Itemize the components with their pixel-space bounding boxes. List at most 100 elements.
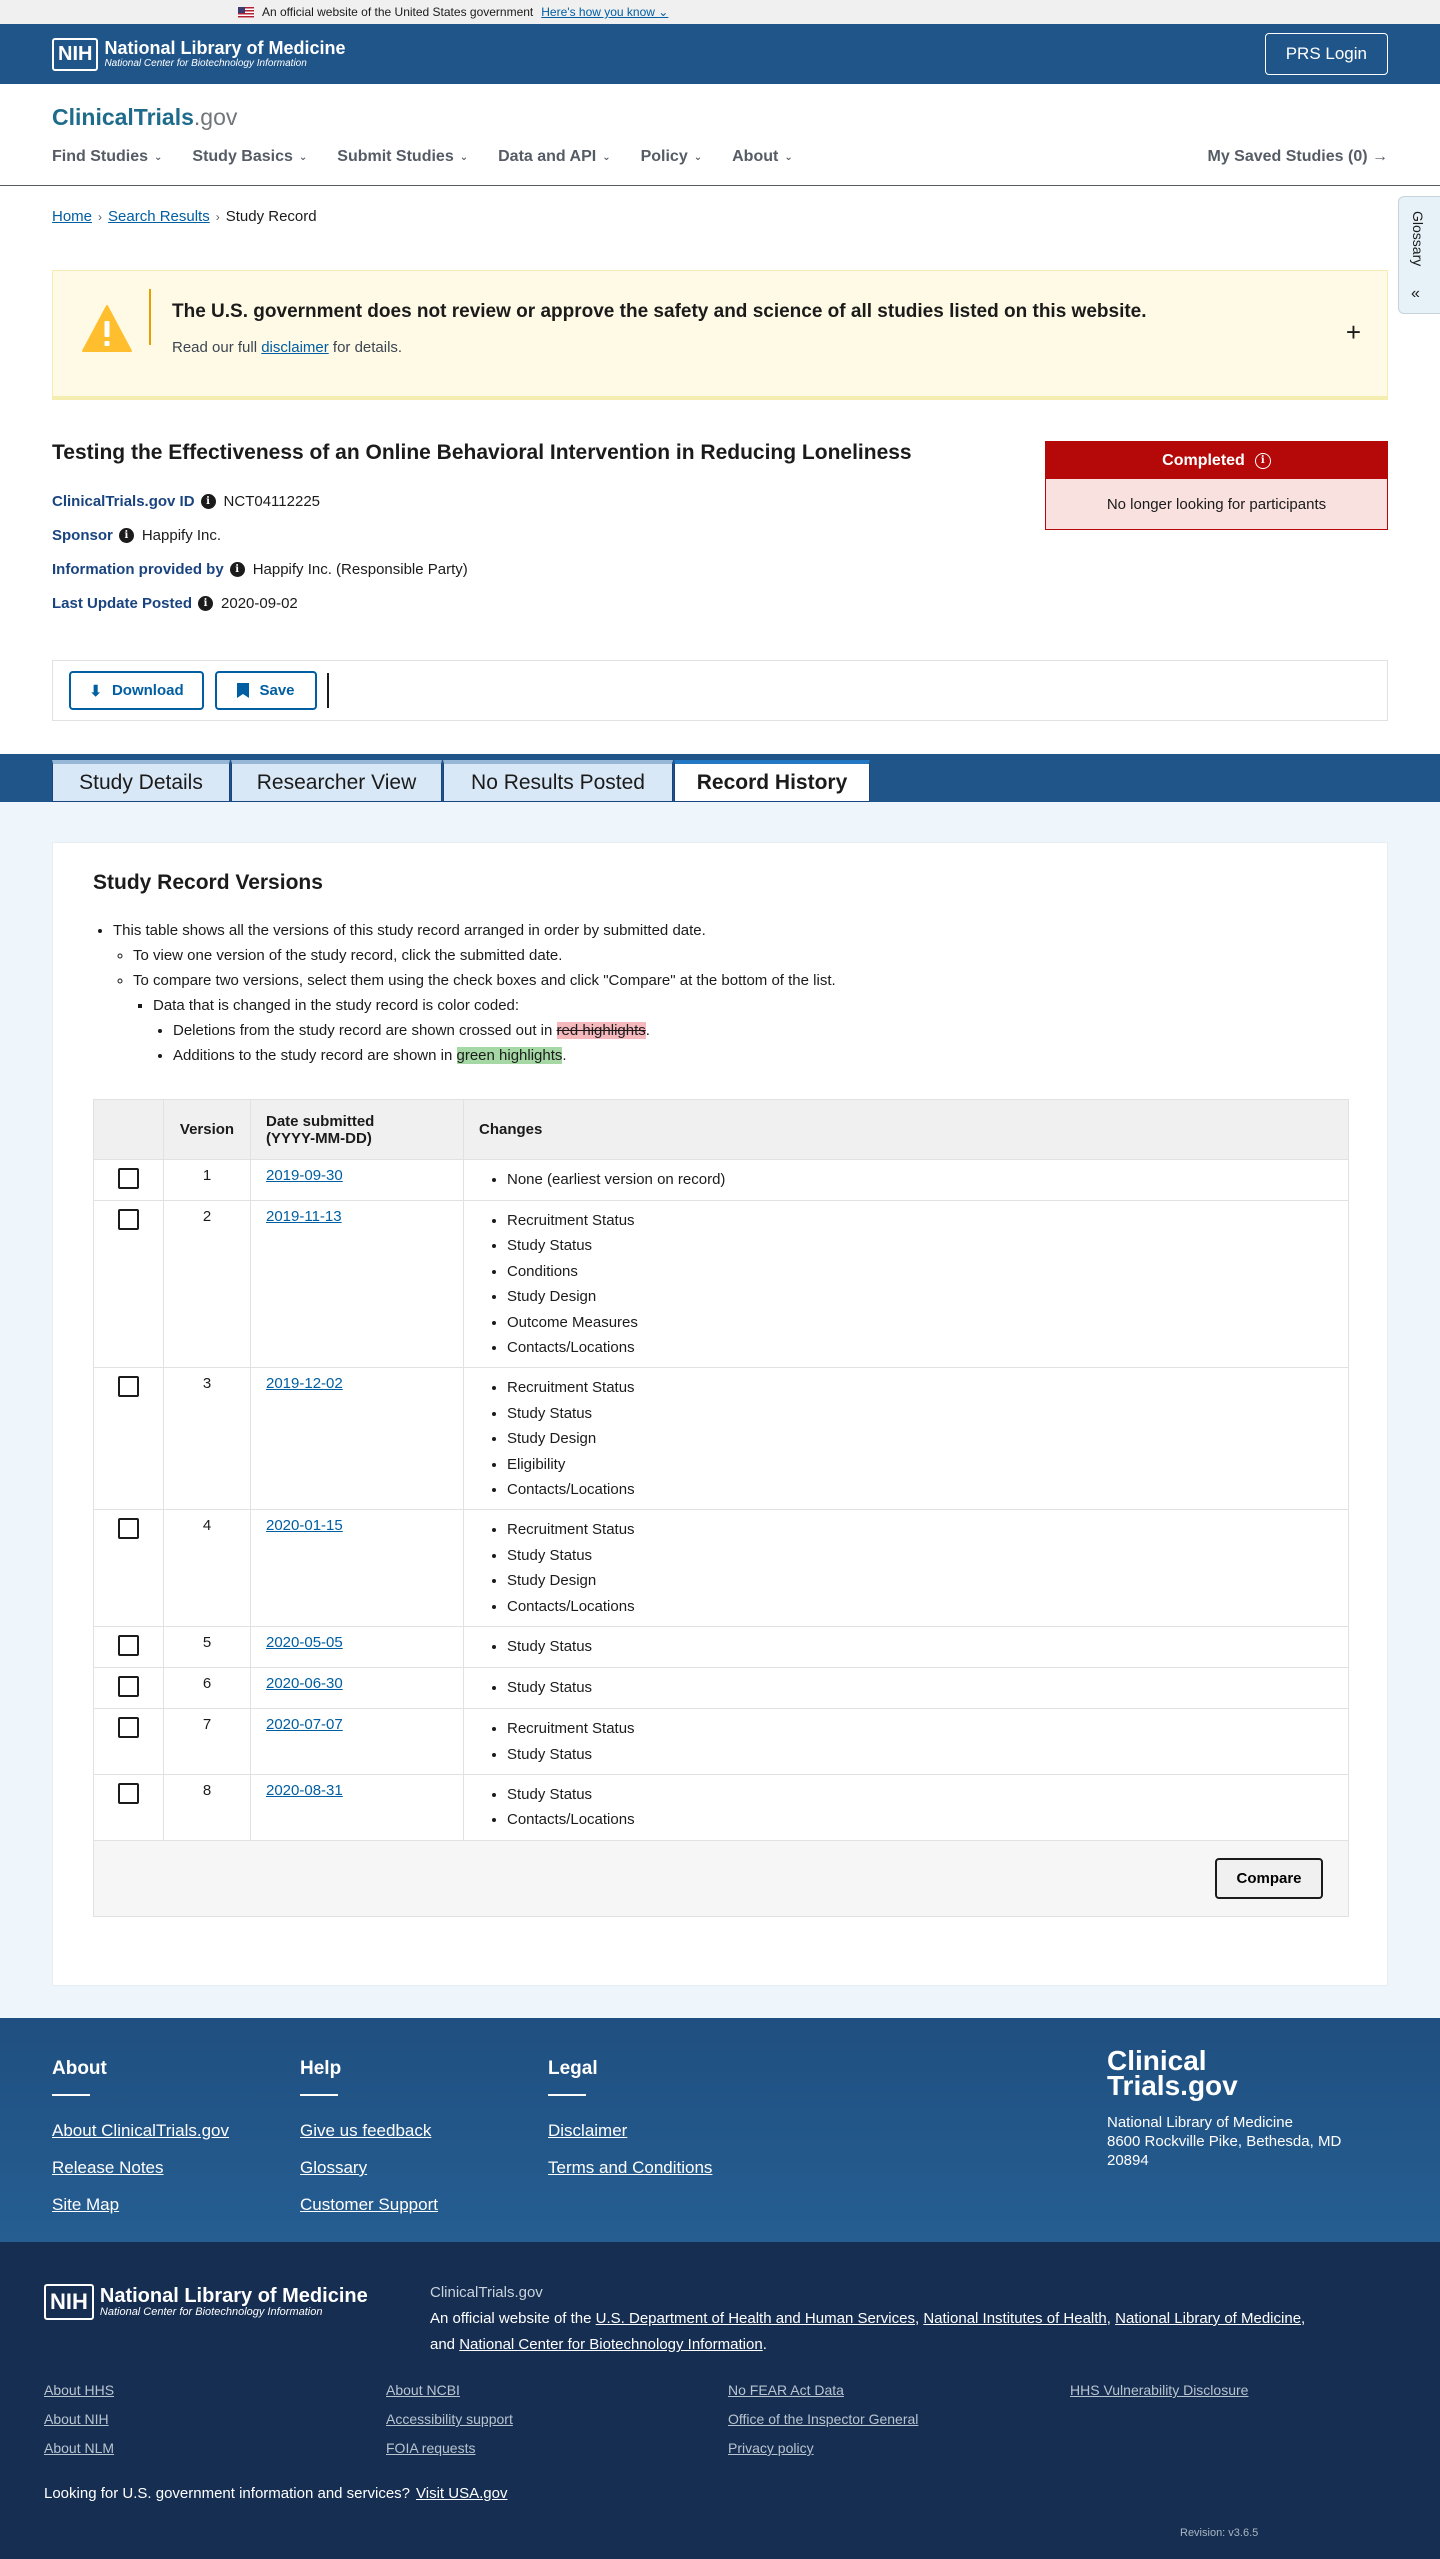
footer-clinicaltrials-logo[interactable]: Clinical Trials.gov — [1107, 2047, 1238, 2100]
footer-link[interactable]: Office of the Inspector General — [728, 2411, 918, 2427]
version-checkbox[interactable] — [118, 1168, 139, 1189]
footer-link[interactable]: Customer Support — [300, 2186, 438, 2223]
footer-link[interactable]: HHS Vulnerability Disclosure — [1070, 2382, 1248, 2398]
version-date-link[interactable]: 2019-12-02 — [266, 1375, 343, 1392]
footer-link[interactable]: Release Notes — [52, 2149, 229, 2186]
version-date-link[interactable]: 2020-05-05 — [266, 1634, 343, 1651]
clinicaltrials-logo[interactable]: ClinicalTrials.gov — [52, 104, 237, 131]
info-icon[interactable]: i — [229, 562, 245, 577]
footer-link[interactable]: About NLM — [44, 2440, 114, 2456]
prs-login-button[interactable]: PRS Login — [1264, 33, 1388, 75]
table-row: 8 2020-08-31 Study StatusContacts/Location… — [93, 1773, 1349, 1841]
chevron-down-icon: ⌄ — [658, 5, 669, 19]
tab-study-details[interactable]: Study Details — [52, 760, 230, 802]
ncbi-link[interactable]: National Center for Biotechnology Inform… — [459, 2336, 763, 2353]
nav-about[interactable]: About ⌄ — [732, 148, 793, 166]
version-date-link[interactable]: 2020-01-15 — [266, 1517, 343, 1534]
footer-link[interactable]: Site Map — [52, 2186, 229, 2223]
footer-link[interactable]: Accessibility support — [386, 2411, 513, 2427]
version-date-link[interactable]: 2020-07-07 — [266, 1716, 343, 1733]
version-checkbox[interactable] — [118, 1717, 139, 1739]
footer-help-column: Help Give us feedback Glossary Customer … — [300, 2058, 438, 2223]
table-row: 6 2020-06-30 Study Status — [93, 1667, 1349, 1710]
heres-how-you-know-link[interactable]: Here's how you know ⌄ — [541, 5, 668, 19]
footer-link[interactable]: About NIH — [44, 2411, 109, 2427]
version-checkbox[interactable] — [118, 1782, 139, 1804]
changes-list: Recruitment StatusStudy StatusConditions… — [507, 1208, 1333, 1360]
nav-submit-studies[interactable]: Submit Studies ⌄ — [337, 148, 468, 166]
nlm-logo[interactable]: NIH National Library of Medicine Nationa… — [52, 37, 346, 71]
version-number: 8 — [163, 1773, 251, 1841]
change-item: Study Status — [507, 1233, 1333, 1258]
changes-list: Study Status — [507, 1634, 1333, 1659]
change-item: Recruitment Status — [507, 1517, 1333, 1542]
visit-usa-gov-link[interactable]: Visit USA.gov — [416, 2485, 507, 2502]
version-checkbox[interactable] — [118, 1209, 139, 1230]
tab-no-results-posted[interactable]: No Results Posted — [443, 760, 673, 802]
disclaimer-alert: The U.S. government does not review or a… — [52, 270, 1388, 400]
action-bar: ⬇ Download Save — [52, 660, 1388, 721]
record-versions-card: Study Record Versions This table shows a… — [52, 842, 1388, 1986]
sponsor-value: Happify Inc. — [141, 527, 222, 544]
changes-list: Recruitment StatusStudy Status — [507, 1716, 1333, 1767]
version-date-link[interactable]: 2020-08-31 — [266, 1782, 343, 1799]
footer-link[interactable]: About ClinicalTrials.gov — [52, 2112, 229, 2149]
nih-logo-box: NIH — [52, 37, 99, 71]
version-checkbox[interactable] — [118, 1376, 139, 1398]
nav-policy[interactable]: Policy ⌄ — [641, 148, 703, 166]
table-footer-row: Compare — [93, 1839, 1349, 1917]
hhs-link[interactable]: U.S. Department of Health and Human Serv… — [596, 2310, 915, 2327]
chevron-down-icon: ⌄ — [154, 151, 163, 163]
footer-link[interactable]: About HHS — [44, 2382, 114, 2398]
chevron-down-icon: ⌄ — [298, 151, 308, 163]
info-icon[interactable]: i — [200, 494, 216, 509]
change-item: Study Design — [507, 1568, 1333, 1593]
changes-list: Recruitment StatusStudy StatusStudy Desi… — [507, 1375, 1333, 1502]
nlm-title: National Library of Medicine — [104, 38, 346, 58]
version-date-link[interactable]: 2019-09-30 — [266, 1167, 343, 1184]
version-date-link[interactable]: 2019-11-13 — [266, 1208, 342, 1225]
usa-gov-prompt: Looking for U.S. government information … — [44, 2485, 508, 2502]
nav-find-studies[interactable]: Find Studies ⌄ — [52, 148, 162, 166]
compare-button[interactable]: Compare — [1215, 1857, 1323, 1899]
change-item: Study Status — [507, 1782, 1333, 1807]
footer-link[interactable]: Terms and Conditions — [548, 2149, 712, 2186]
footer-link[interactable]: Give us feedback — [300, 2112, 438, 2149]
info-icon[interactable]: i — [118, 528, 134, 543]
glossary-tab[interactable]: Glossary « — [1398, 196, 1440, 314]
footer-link[interactable]: About NCBI — [386, 2382, 460, 2398]
list-item: Additions to the study record are shown … — [173, 1043, 650, 1068]
version-checkbox[interactable] — [118, 1518, 139, 1540]
breadcrumb-home[interactable]: Home — [52, 208, 92, 225]
tab-record-history[interactable]: Record History — [674, 760, 870, 802]
nih-link[interactable]: National Institutes of Health — [923, 2310, 1106, 2327]
alert-title: The U.S. government does not review or a… — [172, 301, 1147, 322]
footer-link[interactable]: Disclaimer — [548, 2112, 712, 2149]
disclaimer-link[interactable]: disclaimer — [261, 339, 329, 356]
footer-nlm-logo[interactable]: NIH National Library of Medicine Nationa… — [44, 2284, 368, 2320]
version-checkbox[interactable] — [118, 1676, 139, 1698]
glossary-label: Glossary — [1410, 211, 1426, 267]
versions-instructions-sub: To view one version of the study record,… — [133, 943, 836, 993]
footer-link[interactable]: Glossary — [300, 2149, 438, 2186]
header-changes: Changes — [463, 1099, 1349, 1160]
footer-link[interactable]: No FEAR Act Data — [728, 2382, 844, 2398]
breadcrumb-search-results[interactable]: Search Results — [108, 208, 210, 225]
download-button[interactable]: ⬇ Download — [69, 671, 204, 710]
nlm-link[interactable]: National Library of Medicine — [1115, 2310, 1301, 2327]
info-icon[interactable]: i — [1254, 452, 1271, 469]
nav-study-basics[interactable]: Study Basics ⌄ — [192, 148, 307, 166]
footer-link[interactable]: FOIA requests — [386, 2440, 475, 2456]
footer-link[interactable]: Privacy policy — [728, 2440, 814, 2456]
version-checkbox[interactable] — [118, 1635, 139, 1657]
my-saved-studies-link[interactable]: My Saved Studies (0) → — [1208, 148, 1389, 166]
sponsor-row: Sponsor i Happify Inc. — [52, 527, 222, 544]
version-date-link[interactable]: 2020-06-30 — [266, 1675, 343, 1692]
footer-legal-column: Legal Disclaimer Terms and Conditions — [548, 2058, 712, 2186]
tab-researcher-view[interactable]: Researcher View — [231, 760, 442, 802]
nav-data-and-api[interactable]: Data and API ⌄ — [498, 148, 610, 166]
expand-plus-icon[interactable]: + — [1346, 317, 1361, 348]
save-button[interactable]: Save — [215, 671, 317, 710]
info-icon[interactable]: i — [198, 596, 214, 611]
change-item: Conditions — [507, 1259, 1333, 1284]
